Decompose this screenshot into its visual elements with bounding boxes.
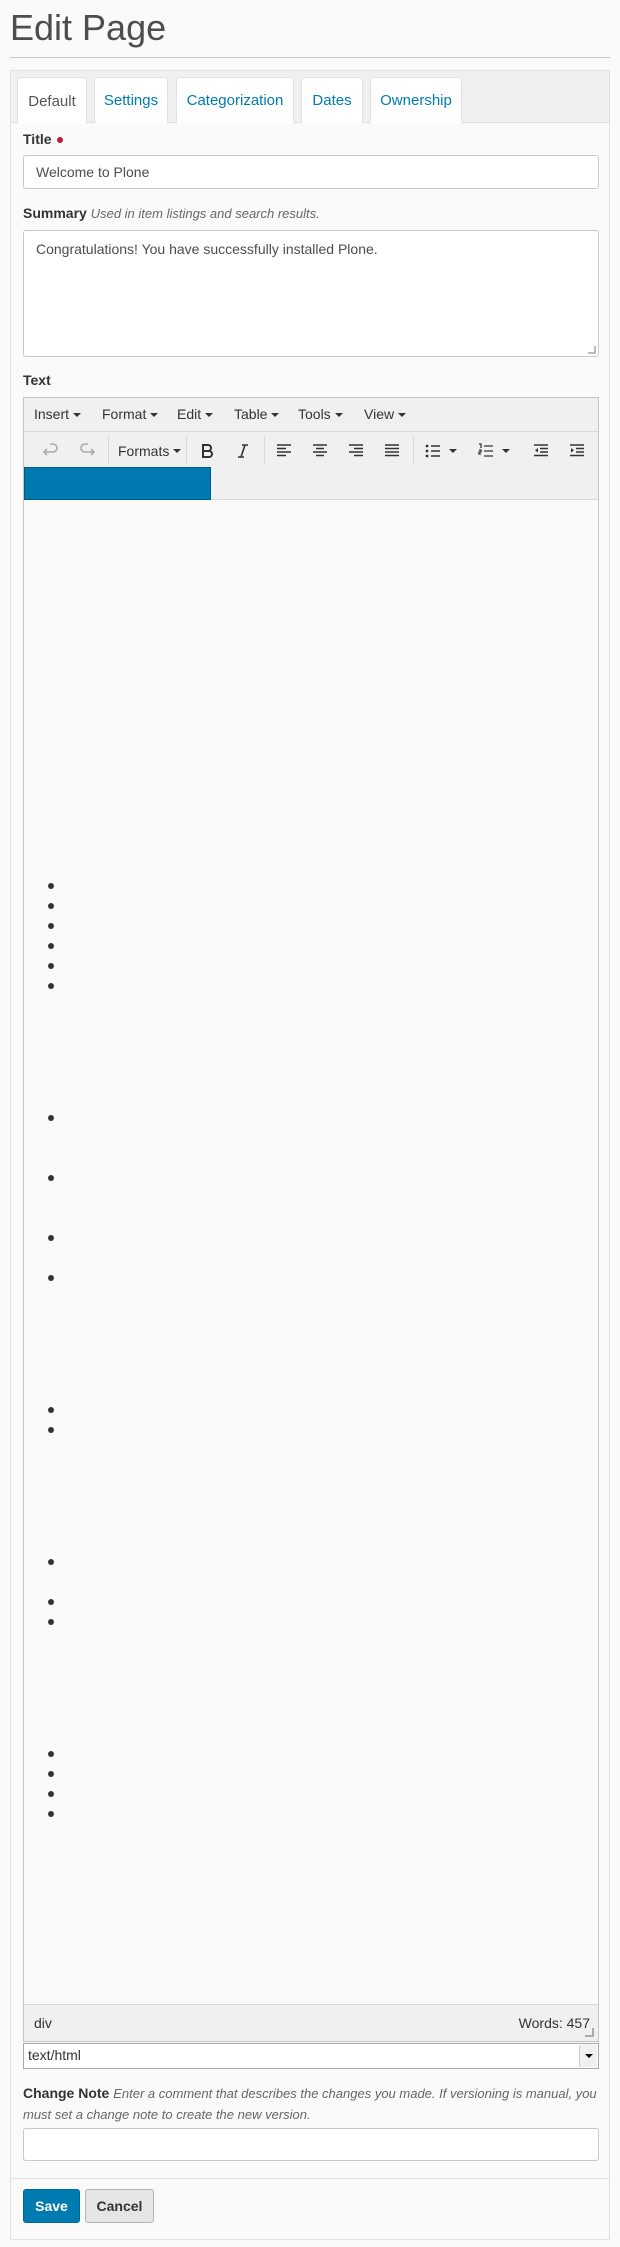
list-item-bullet — [48, 923, 54, 929]
list-item-bullet — [48, 903, 54, 909]
text-label: Text — [23, 372, 51, 388]
editor-resize-handle[interactable] — [585, 2028, 594, 2037]
summary-label: Summary Used in item listings and search… — [23, 205, 320, 221]
change-note-label-text: Change Note — [23, 2085, 110, 2101]
list-item-bullet — [48, 1559, 54, 1565]
menu-tools[interactable]: Tools — [298, 406, 343, 422]
menu-view-label: View — [364, 406, 395, 422]
outdent-icon[interactable] — [526, 438, 556, 464]
change-note-label: Change Note Enter a comment that describ… — [23, 2083, 599, 2125]
tab-ownership[interactable]: Ownership — [370, 77, 462, 123]
tab-settings[interactable]: Settings — [94, 77, 168, 123]
page-title: Edit Page — [10, 7, 167, 48]
tab-dates[interactable]: Dates — [301, 77, 363, 123]
list-item-bullet — [48, 1791, 54, 1797]
undo-icon[interactable] — [36, 438, 66, 464]
list-item-bullet — [48, 1599, 54, 1605]
list-item-bullet — [48, 983, 54, 989]
menu-tools-label: Tools — [298, 406, 331, 422]
caret-down-icon — [502, 449, 510, 453]
list-item-bullet — [48, 1427, 54, 1433]
caret-down-icon — [173, 449, 182, 453]
dropdown-arrow-icon[interactable] — [579, 2045, 597, 2067]
toolbar-separator — [108, 436, 109, 464]
word-count: Words: 457 — [518, 2015, 590, 2031]
menu-format-label: Format — [102, 406, 147, 422]
caret-down-icon — [271, 413, 280, 418]
text-format-select[interactable]: text/html — [23, 2043, 599, 2069]
summary-text: Congratulations! You have successfully i… — [36, 241, 378, 257]
list-item-bullet — [48, 1771, 54, 1777]
menu-edit-label: Edit — [177, 406, 202, 422]
list-item-bullet — [48, 1407, 54, 1413]
bold-icon[interactable] — [192, 438, 222, 464]
caret-down-icon — [205, 413, 214, 418]
toolbar-separator — [413, 436, 414, 464]
content-block[interactable] — [24, 467, 211, 500]
summary-label-text: Summary — [23, 205, 87, 221]
title-input[interactable]: Welcome to Plone — [23, 155, 599, 189]
redo-icon[interactable] — [72, 438, 102, 464]
list-item-bullet — [48, 1115, 54, 1121]
align-center-icon[interactable] — [305, 438, 335, 464]
align-right-icon[interactable] — [341, 438, 371, 464]
list-item-bullet — [48, 1175, 54, 1181]
menu-edit[interactable]: Edit — [177, 406, 214, 422]
italic-icon[interactable] — [228, 438, 258, 464]
toolbar-separator — [264, 436, 265, 464]
list-item-bullet — [48, 1811, 54, 1817]
summary-textarea[interactable]: Congratulations! You have successfully i… — [23, 230, 599, 357]
menu-format[interactable]: Format — [102, 406, 159, 422]
list-item-bullet — [48, 1619, 54, 1625]
cancel-button[interactable]: Cancel — [85, 2189, 154, 2223]
title-label-text: Title — [23, 131, 52, 147]
numbered-list-icon[interactable] — [472, 438, 516, 464]
editor-menubar: Insert Format Edit Table Tools View — [24, 398, 598, 432]
caret-down-icon — [398, 413, 407, 418]
form-footer-divider — [11, 2178, 609, 2179]
save-button[interactable]: Save — [23, 2189, 80, 2223]
caret-down-icon — [150, 413, 159, 418]
caret-down-icon — [584, 2054, 593, 2058]
list-item-bullet — [48, 1235, 54, 1241]
formats-dropdown[interactable]: Formats — [112, 436, 187, 466]
required-indicator — [56, 137, 63, 144]
summary-help: Used in item listings and search results… — [90, 206, 320, 221]
edit-form: Default Settings Categorization Dates Ow… — [10, 70, 610, 2240]
change-note-input[interactable] — [23, 2128, 599, 2161]
caret-down-icon — [73, 413, 82, 418]
menu-view[interactable]: View — [364, 406, 407, 422]
change-note-help: Enter a comment that describes the chang… — [23, 2086, 597, 2122]
menu-insert-label: Insert — [34, 406, 70, 422]
title-label: Title — [23, 131, 63, 147]
editor-statusbar: div Words: 457 — [24, 2004, 598, 2041]
menu-table-label: Table — [234, 406, 268, 422]
indent-icon[interactable] — [562, 438, 592, 464]
tab-categorization[interactable]: Categorization — [176, 77, 294, 123]
list-item-bullet — [48, 1751, 54, 1757]
align-justify-icon[interactable] — [377, 438, 407, 464]
align-left-icon[interactable] — [269, 438, 299, 464]
toolbar-separator — [186, 436, 187, 464]
text-format-value: text/html — [28, 2047, 81, 2063]
textarea-resize-handle[interactable] — [588, 346, 596, 354]
caret-down-icon — [449, 449, 457, 453]
list-item-bullet — [48, 963, 54, 969]
caret-down-icon — [334, 413, 343, 418]
list-item-bullet — [48, 1275, 54, 1281]
element-path[interactable]: div — [34, 2015, 52, 2031]
rich-text-editor: Insert Format Edit Table Tools View Form… — [23, 397, 599, 2042]
menu-insert[interactable]: Insert — [34, 406, 82, 422]
tab-bar: Default Settings Categorization Dates Ow… — [11, 71, 609, 124]
tab-default[interactable]: Default — [17, 77, 87, 124]
list-item-bullet — [48, 883, 54, 889]
menu-table[interactable]: Table — [234, 406, 280, 422]
title-divider — [10, 57, 610, 58]
list-item-bullet — [48, 943, 54, 949]
bullet-list-icon[interactable] — [419, 438, 463, 464]
formats-label: Formats — [118, 443, 170, 459]
